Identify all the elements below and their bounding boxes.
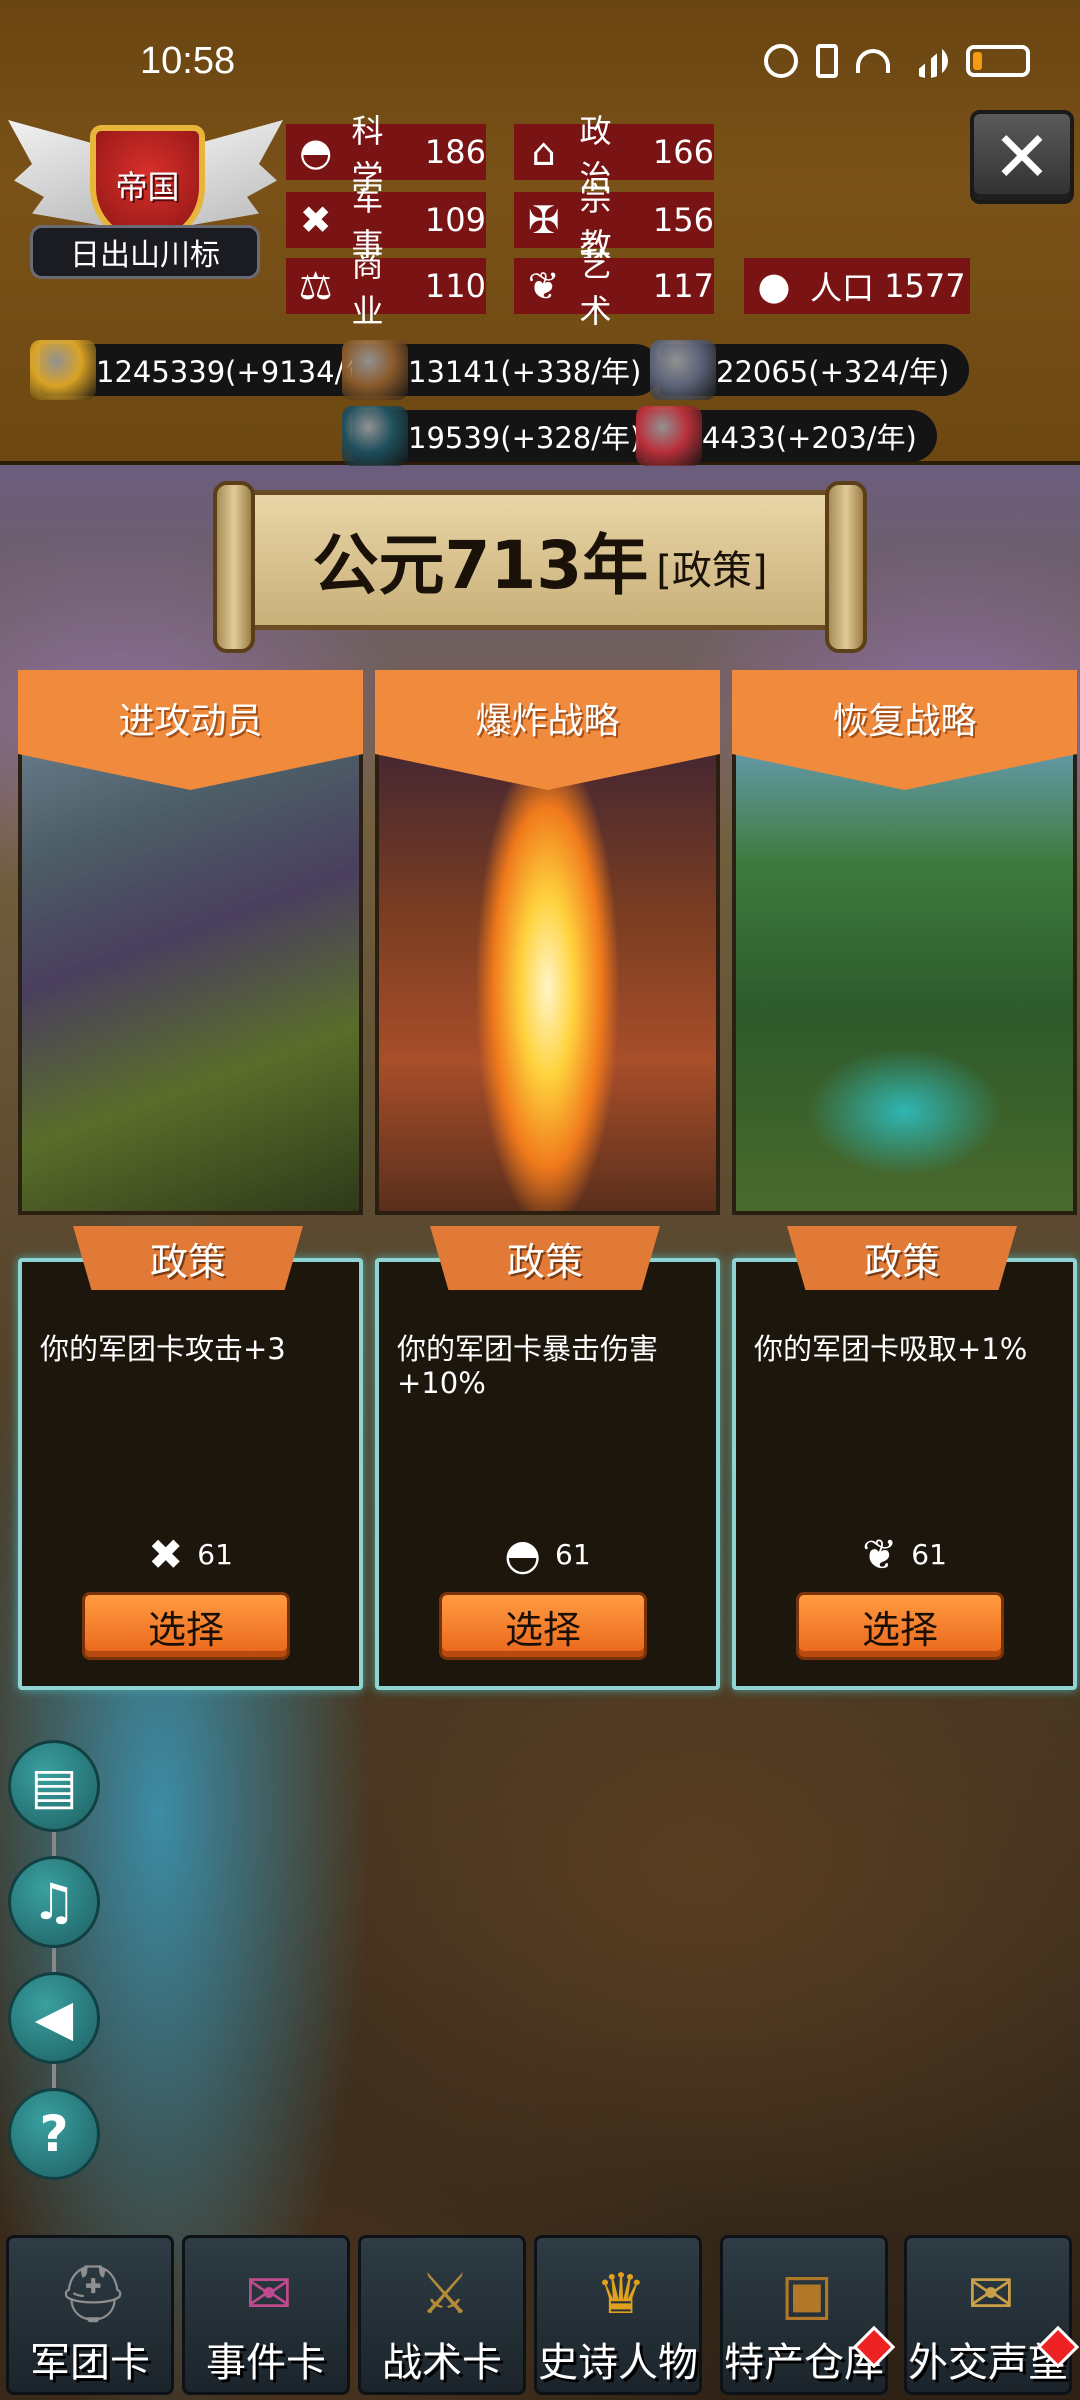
iron-ingot-icon	[342, 406, 408, 466]
stat-value: 110	[424, 267, 486, 305]
planet-icon: ◓	[504, 1530, 541, 1579]
nav-label: 军团卡	[30, 2340, 150, 2386]
card-description: 你的军团卡吸取+1%	[754, 1332, 1028, 1366]
stat-commerce: ⚖ 商业 110	[286, 246, 486, 330]
cross-icon: ✠	[527, 198, 560, 242]
nav-tactic-cards[interactable]: ⚔ 战术卡	[358, 2235, 526, 2395]
card-cost: ◓ 61	[379, 1530, 716, 1579]
empire-emblem[interactable]: 帝国 日出山川标	[8, 110, 283, 310]
temple-icon: ⌂	[531, 130, 556, 174]
stat-value: 1577	[884, 267, 966, 305]
book-button[interactable]: ▤	[8, 1740, 100, 1832]
cost-value: 61	[197, 1538, 233, 1571]
cost-value: 61	[555, 1538, 591, 1571]
card-body: 你的军团卡攻击+3 ✖ 61 选择	[18, 1258, 363, 1690]
title-tag: [政策]	[656, 548, 768, 594]
crossed-swords-icon: ✖	[148, 1530, 184, 1579]
resource-value: 4433(+203/年)	[702, 421, 917, 455]
music-icon: ♫	[31, 1873, 77, 1931]
meat-icon	[636, 406, 702, 466]
card-body: 你的军团卡吸取+1% ❦ 61 选择	[732, 1258, 1077, 1690]
helmet-icon: ⛑	[57, 2262, 129, 2327]
speaker-icon: ◀	[34, 1989, 74, 2047]
stat-value: 109	[424, 201, 486, 239]
stat-science: ◓ 科学 186	[286, 112, 486, 196]
resource-value: 13141(+338/年)	[408, 355, 642, 389]
nav-diplomacy[interactable]: ✉ 外交声望	[904, 2235, 1080, 2395]
resource-meat: 4433(+203/年)	[636, 406, 937, 466]
shield-swords-icon: ⚔	[419, 2261, 471, 2327]
stat-label: 艺术	[579, 246, 612, 330]
card-ribbon: 政策	[430, 1226, 660, 1290]
nav-label: 史诗人物	[538, 2340, 698, 2386]
select-button[interactable]: 选择	[439, 1592, 647, 1660]
treasure-chest-icon: ▣	[780, 2261, 834, 2327]
card-ribbon: 政策	[73, 1226, 303, 1290]
vibrate-icon	[816, 44, 838, 78]
stat-value: 166	[652, 133, 714, 171]
close-button[interactable]: ✕	[970, 110, 1074, 204]
envelope-icon: ✉	[967, 2261, 1015, 2327]
nav-epic-figures[interactable]: ♛ 史诗人物	[534, 2235, 702, 2395]
policy-card[interactable]: 进攻动员 政策 你的军团卡攻击+3 ✖ 61 选择	[18, 670, 363, 1690]
card-cost: ✖ 61	[22, 1530, 359, 1579]
resource-wood: 13141(+338/年)	[342, 340, 662, 400]
select-button[interactable]: 选择	[82, 1592, 290, 1660]
help-button[interactable]: ?	[8, 2088, 100, 2180]
crown-icon: ♛	[595, 2261, 647, 2327]
battery-icon	[966, 45, 1030, 77]
wood-logs-icon	[342, 340, 408, 400]
resource-iron: 19539(+328/年)	[342, 406, 662, 466]
sound-button[interactable]: ◀	[8, 1972, 100, 2064]
emblem-name: 日出山川标	[30, 225, 260, 279]
music-button[interactable]: ♫	[8, 1856, 100, 1948]
nav-event-cards[interactable]: ✉ 事件卡	[182, 2235, 350, 2395]
nav-label: 战术卡	[382, 2340, 502, 2386]
year-title-scroll: 公元713年 [政策]	[213, 481, 867, 653]
resource-value: 22065(+324/年)	[716, 355, 950, 389]
policy-card[interactable]: 爆炸战略 政策 你的军团卡暴击伤害+10% ◓ 61 选择	[375, 670, 720, 1690]
status-time: 10:58	[140, 40, 236, 82]
scroll-icon: ✉	[245, 2261, 293, 2327]
card-description: 你的军团卡暴击伤害+10%	[397, 1332, 659, 1400]
resource-stone: 22065(+324/年)	[650, 340, 970, 400]
person-icon: ●	[757, 264, 791, 308]
select-button[interactable]: 选择	[796, 1592, 1004, 1660]
card-body: 你的军团卡暴击伤害+10% ◓ 61 选择	[375, 1258, 720, 1690]
wifi-icon	[856, 49, 890, 73]
nav-legion-cards[interactable]: ⛑ 军团卡	[6, 2235, 174, 2395]
book-icon: ▤	[30, 1757, 78, 1815]
stat-value: 117	[652, 267, 714, 305]
card-ribbon: 政策	[787, 1226, 1017, 1290]
close-icon: ✕	[992, 116, 1052, 198]
gold-coins-icon	[30, 340, 96, 400]
scales-icon: ⚖	[298, 264, 333, 308]
stat-label: 商业	[351, 246, 384, 330]
status-icons	[764, 44, 1030, 78]
bottom-nav: ⛑ 军团卡 ✉ 事件卡 ⚔ 战术卡 ♛ 史诗人物 ▣ 特产仓库 ✉ 外交声望	[0, 2230, 1080, 2400]
stat-population: ● 人口 1577	[744, 258, 970, 314]
stat-art: ❦ 艺术 117	[514, 246, 714, 330]
year-title: 公元713年	[312, 527, 649, 604]
card-cost: ❦ 61	[736, 1530, 1073, 1579]
help-icon: ?	[39, 2105, 69, 2163]
cost-value: 61	[911, 1538, 947, 1571]
lotus-icon: ❦	[527, 264, 560, 308]
stat-value: 186	[424, 133, 486, 171]
crossed-swords-icon: ✖	[299, 198, 332, 242]
nav-label: 事件卡	[206, 2340, 326, 2386]
stat-label: 人口	[810, 269, 875, 307]
stone-icon	[650, 340, 716, 400]
planet-icon: ◓	[299, 130, 333, 174]
nav-specialty-warehouse[interactable]: ▣ 特产仓库	[720, 2235, 896, 2395]
resource-value: 19539(+328/年)	[408, 421, 642, 455]
card-description: 你的军团卡攻击+3	[40, 1332, 286, 1366]
alarm-icon	[764, 44, 798, 78]
stat-politics: ⌂ 政治 166	[514, 112, 714, 196]
lotus-icon: ❦	[862, 1530, 898, 1579]
policy-card[interactable]: 恢复战略 政策 你的军团卡吸取+1% ❦ 61 选择	[732, 670, 1077, 1690]
stat-value: 156	[652, 201, 714, 239]
top-panel: 10:58 帝国 日出山川标 ◓ 科学 186 ⌂ 政治 166 ✖ 军事 10…	[0, 0, 1080, 466]
signal-icon	[908, 44, 948, 78]
